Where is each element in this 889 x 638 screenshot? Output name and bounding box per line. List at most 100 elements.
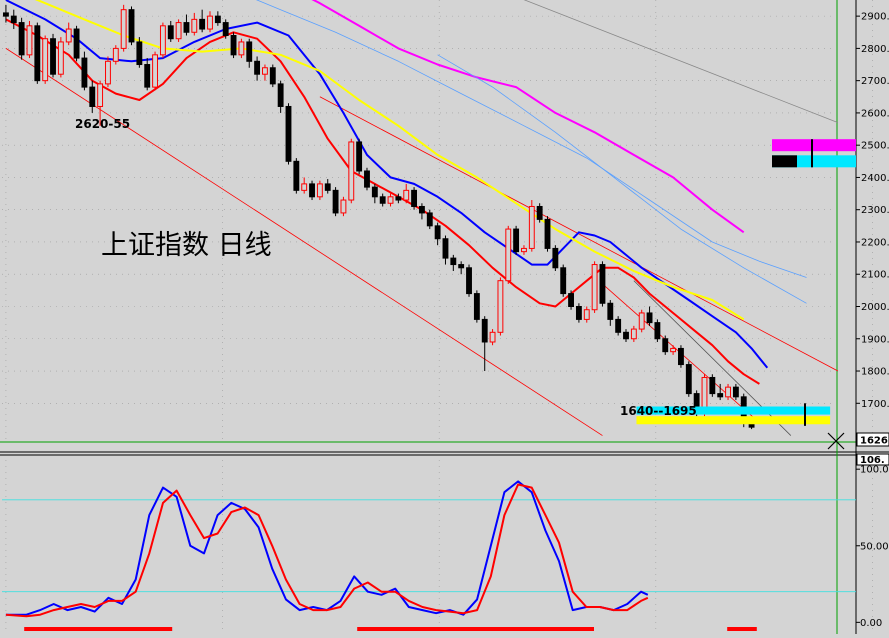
candle-body <box>418 205 425 214</box>
chart-canvas: 2900.00 2800.00 2700.00 2600.00 2500.00 2400.… <box>0 0 889 634</box>
candle-body <box>599 264 606 304</box>
candle-body <box>97 83 104 107</box>
osc-tick-label: 100.00 <box>860 465 889 476</box>
candle-body <box>685 364 692 395</box>
candle-body <box>238 41 245 56</box>
legend-box-magenta <box>772 139 856 152</box>
candle-body <box>167 25 174 40</box>
candle-body <box>183 22 190 33</box>
candle-body <box>293 160 300 191</box>
chart-background <box>0 0 889 634</box>
candle-body <box>466 267 472 295</box>
candle-body <box>230 34 237 56</box>
candle-body <box>646 312 653 324</box>
candle-body <box>199 18 206 30</box>
candle-body <box>364 170 370 188</box>
candle-body <box>128 9 135 43</box>
candle-body <box>26 25 33 56</box>
candle-body <box>654 322 661 340</box>
current-price-label: 1626. <box>860 436 889 447</box>
price-tick-label: 2300.00 <box>861 205 889 216</box>
candle-body <box>254 60 261 75</box>
candle-body <box>552 247 559 269</box>
candle-body <box>630 328 637 340</box>
candle-body <box>678 347 684 366</box>
candle-body <box>269 67 276 85</box>
candle-body <box>575 305 582 320</box>
candle-body <box>458 264 465 269</box>
candle-body <box>112 47 119 62</box>
candle-body <box>262 67 268 75</box>
candle-body <box>136 41 143 66</box>
candle-body <box>152 54 158 88</box>
candle-body <box>709 376 716 395</box>
candle-body <box>222 22 229 36</box>
candle-body <box>442 238 449 259</box>
candle-body <box>246 41 253 62</box>
candle-body <box>725 386 731 398</box>
candle-body <box>10 15 17 24</box>
price-tick-label: 2500.00 <box>861 141 889 152</box>
candle-body <box>411 189 418 207</box>
price-tick-label: 2000.00 <box>861 302 889 313</box>
candle-body <box>513 228 520 253</box>
candle-body <box>521 247 527 253</box>
candle-body <box>340 199 347 214</box>
candle-body <box>285 105 292 162</box>
candle-body <box>42 38 49 82</box>
candle-body <box>528 205 535 249</box>
annotation-label: 1640--1695 <box>620 404 697 418</box>
candle-body <box>277 83 284 107</box>
osc-current-label: 106. <box>860 455 885 466</box>
candle-body <box>324 183 331 191</box>
candle-body <box>489 331 496 343</box>
candle-body <box>120 9 127 49</box>
price-tick-label: 2800.00 <box>861 44 889 55</box>
candle-body <box>473 293 480 320</box>
candle-body <box>309 183 315 198</box>
stock-chart: 2900.00 2800.00 2700.00 2600.00 2500.00 2400.… <box>0 0 889 634</box>
candle-body <box>105 60 111 85</box>
candle-body <box>481 318 488 343</box>
candle-body <box>348 141 355 201</box>
candle-body <box>73 28 80 59</box>
price-tick-label: 2400.00 <box>861 173 889 184</box>
candle-body <box>434 225 441 240</box>
candle-body <box>159 25 166 56</box>
candle-body <box>615 318 622 333</box>
candle-body <box>623 331 629 340</box>
candle-body <box>50 38 56 75</box>
candle-body <box>536 205 543 220</box>
candle-body <box>662 338 669 353</box>
price-tick-label: 2100.00 <box>861 270 889 281</box>
candle-body <box>379 196 386 204</box>
candle-body <box>57 41 64 75</box>
osc-tick-label: 0.00 <box>860 618 882 629</box>
candle-body <box>505 228 512 282</box>
candle-body <box>403 189 410 201</box>
candle-body <box>607 302 614 320</box>
price-tick-label: 2900.00 <box>861 12 889 23</box>
candle-body <box>144 64 151 88</box>
candle-body <box>81 57 88 88</box>
candle-body <box>89 86 96 107</box>
candle-body <box>191 18 198 33</box>
candle-body <box>207 15 213 30</box>
candle-body <box>2 12 9 17</box>
candle-body <box>65 28 72 43</box>
candle-body <box>560 267 567 295</box>
candle-body <box>591 264 598 311</box>
candle-body <box>638 312 645 330</box>
price-tick-label: 1800.00 <box>861 367 889 378</box>
candle-body <box>371 186 378 198</box>
price-tick-label: 2200.00 <box>861 237 889 248</box>
candle-body <box>301 183 308 191</box>
legend-box-black <box>772 155 797 168</box>
candle-body <box>18 22 25 56</box>
candle-body <box>732 386 739 398</box>
candle-body <box>214 15 221 24</box>
candle-body <box>332 189 339 214</box>
candle-body <box>426 212 433 227</box>
candle-body <box>175 22 182 40</box>
annotation-label: 2620-55 <box>75 117 130 131</box>
